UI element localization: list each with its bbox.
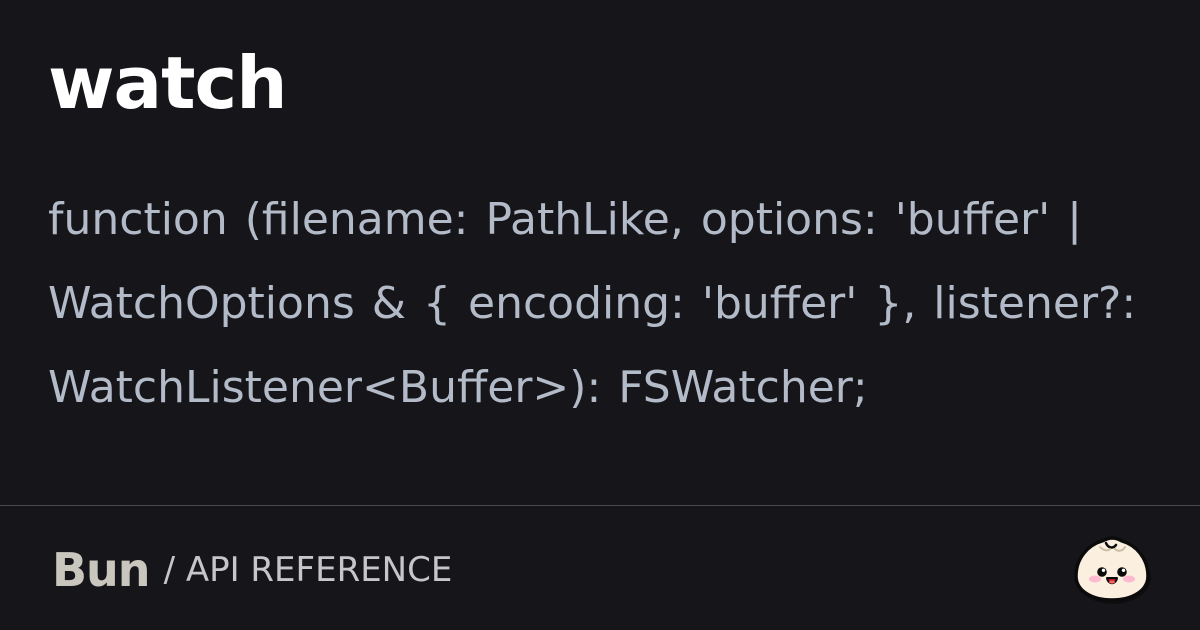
breadcrumb: / API REFERENCE xyxy=(163,550,453,590)
brand-wordmark: Bun xyxy=(52,543,151,597)
footer: Bun / API REFERENCE xyxy=(52,538,452,602)
bun-mascot-icon xyxy=(1074,536,1151,604)
function-signature: function (filename: PathLike, options: '… xyxy=(48,194,1137,413)
page-title: watch xyxy=(48,41,287,125)
footer-divider xyxy=(0,505,1200,506)
